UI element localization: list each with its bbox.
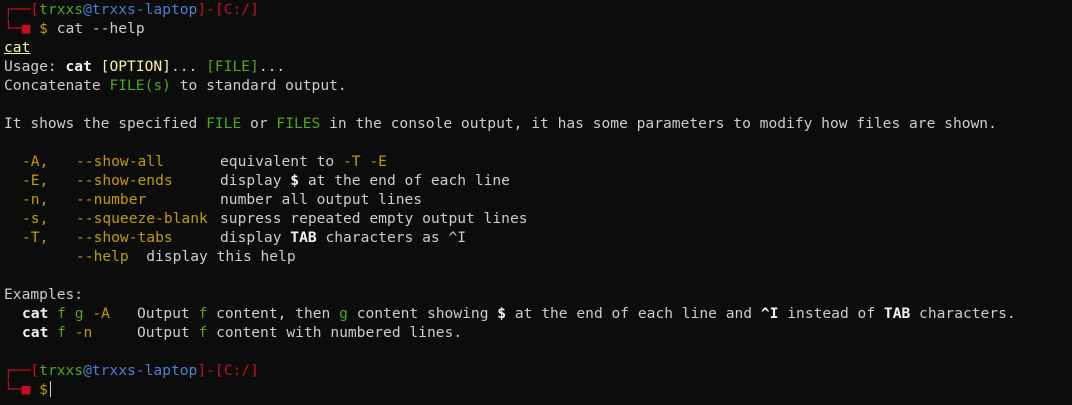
help-command-name: cat — [4, 39, 31, 56]
prompt-corner-top: ┌── — [4, 1, 31, 18]
prompt-corner-bottom: └─ — [4, 381, 22, 398]
prompt-at: @ — [83, 1, 92, 18]
prompt-host: trxxs-laptop — [91, 362, 198, 379]
prompt-cwd: C:/ — [223, 362, 251, 379]
prompt-line-bottom: └─■ $ cat --help — [4, 19, 1072, 38]
prompt-line-top: ┌──[trxxs@trxxs-laptop]-[C:/] — [4, 1, 259, 18]
prompt-corner-bottom: └─ — [4, 20, 22, 37]
prompt-line-top: ┌──[trxxs@trxxs-laptop]-[C:/] — [4, 362, 259, 379]
prompt-dollar: $ — [39, 20, 48, 37]
examples-title: Examples: — [4, 286, 84, 303]
example-row: cat f g -A Output f content, then g conte… — [22, 305, 1016, 322]
example-row: cat f -n Output f content with numbered l… — [22, 324, 463, 341]
text-cursor[interactable] — [49, 381, 51, 397]
prompt-bullet-icon: ■ — [21, 20, 31, 37]
description-line: It shows the specified FILE or FILES in … — [4, 115, 997, 132]
entered-command: cat --help — [56, 20, 145, 37]
option-row: -s, --squeeze-blank supress repeated empty… — [22, 210, 528, 227]
option-row-help: --help display this help — [76, 248, 296, 265]
prompt-at: @ — [83, 362, 92, 379]
option-row: -A, --show-all equivalent to -T -E — [22, 153, 387, 170]
option-row: -E, --show-ends display $ at the end of ea… — [22, 172, 510, 189]
prompt-bullet-icon: ■ — [21, 381, 31, 398]
prompt-user: trxxs — [39, 362, 84, 379]
prompt-dollar: $ — [39, 381, 48, 398]
help-name-line: cat — [4, 38, 1072, 57]
prompt-corner-top: ┌── — [4, 362, 31, 379]
concatenate-line: Concatenate FILE(s) to standard output. — [4, 77, 347, 94]
prompt-host: trxxs-laptop — [91, 1, 198, 18]
usage-line: Usage: cat [OPTION]... [FILE]... — [4, 58, 286, 75]
option-row: -T, --show-tabs display TAB characters as … — [22, 229, 467, 246]
prompt-line-bottom[interactable]: └─■ $ — [4, 380, 1072, 399]
prompt-user: trxxs — [39, 1, 84, 18]
option-row: -n, --number number all output lines — [22, 191, 423, 208]
prompt-cwd: C:/ — [223, 1, 251, 18]
terminal-window[interactable]: ┌──[trxxs@trxxs-laptop]-[C:/] └─■ $ cat … — [0, 0, 1072, 405]
